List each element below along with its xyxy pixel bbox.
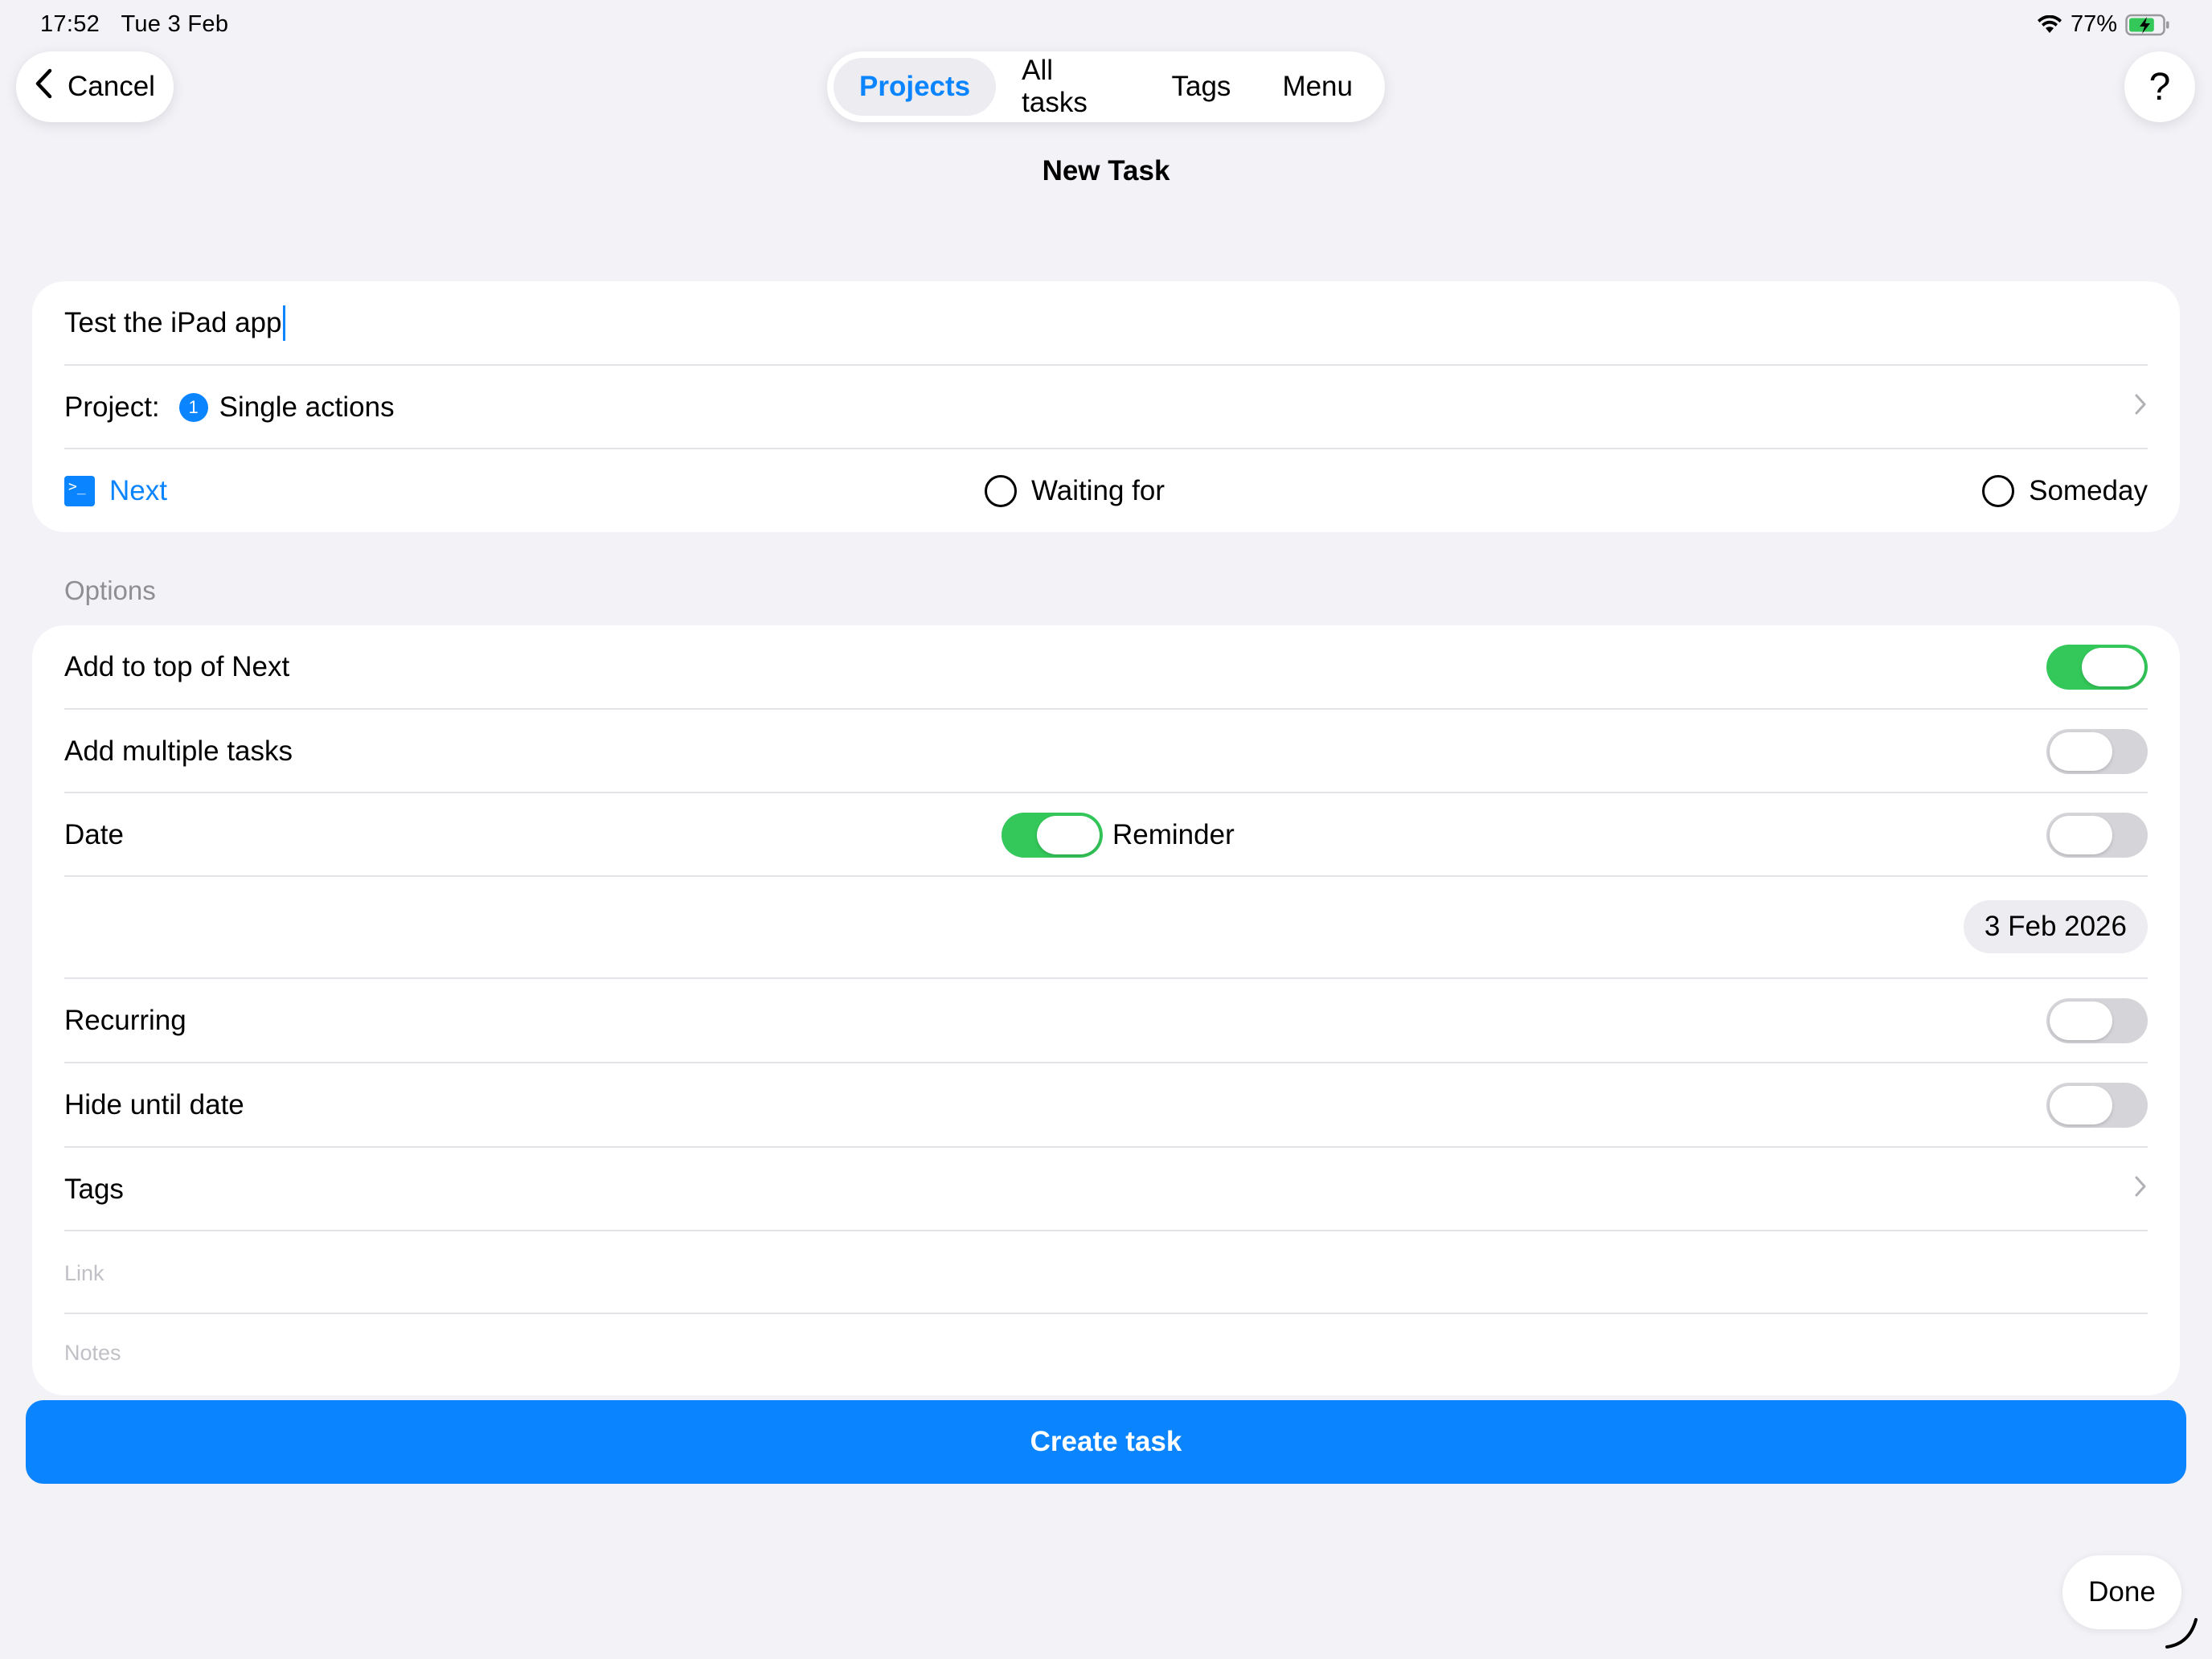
create-task-label: Create task bbox=[1030, 1426, 1182, 1457]
date-picker-button[interactable]: 3 Feb 2026 bbox=[1963, 900, 2148, 953]
chevron-left-icon bbox=[32, 68, 56, 107]
status-time: 17:52 bbox=[40, 11, 100, 37]
options-card: Add to top of Next Add multiple tasks Da… bbox=[32, 625, 2180, 1395]
recurring-toggle[interactable] bbox=[2046, 998, 2148, 1043]
create-task-button[interactable]: Create task bbox=[26, 1400, 2186, 1484]
link-field[interactable]: Link bbox=[64, 1231, 2148, 1315]
project-label: Project: bbox=[64, 391, 160, 423]
status-date: Tue 3 Feb bbox=[121, 11, 229, 37]
help-icon: ? bbox=[2149, 65, 2171, 109]
project-name: Single actions bbox=[219, 391, 395, 423]
tags-row[interactable]: Tags bbox=[64, 1148, 2148, 1231]
notes-field[interactable]: Notes bbox=[64, 1314, 2148, 1391]
project-badge: 1 bbox=[178, 393, 208, 422]
task-title-field[interactable]: Test the iPad app bbox=[64, 281, 2148, 365]
date-label: Date bbox=[64, 819, 124, 850]
status-next-label: Next bbox=[109, 475, 167, 506]
tab-menu[interactable]: Menu bbox=[1256, 58, 1378, 116]
recurring-label: Recurring bbox=[64, 1005, 186, 1036]
reminder-toggle[interactable] bbox=[2046, 813, 2148, 858]
date-toggle[interactable] bbox=[1002, 813, 1103, 858]
task-card: Test the iPad app Project: 1 Single acti… bbox=[32, 281, 2180, 532]
tab-all-tasks[interactable]: All tasks bbox=[996, 55, 1145, 118]
options-section-label: Options bbox=[64, 576, 156, 605]
chevron-right-icon bbox=[2133, 391, 2148, 424]
tags-label: Tags bbox=[64, 1174, 124, 1205]
add-multiple-label: Add multiple tasks bbox=[64, 735, 293, 767]
status-bar-time: 17:52 Tue 3 Feb bbox=[40, 11, 228, 38]
tab-projects[interactable]: Projects bbox=[834, 58, 997, 116]
tab-tags[interactable]: Tags bbox=[1146, 58, 1257, 116]
add-to-top-label: Add to top of Next bbox=[64, 651, 290, 682]
recurring-row: Recurring bbox=[64, 979, 2148, 1063]
cancel-button[interactable]: Cancel bbox=[16, 51, 174, 122]
hide-until-label: Hide until date bbox=[64, 1089, 244, 1120]
view-segmented-control: Projects All tasks Tags Menu bbox=[827, 51, 1385, 122]
status-someday[interactable]: Someday bbox=[1982, 475, 2148, 507]
radio-empty-icon bbox=[985, 475, 1018, 507]
link-placeholder: Link bbox=[64, 1260, 104, 1285]
help-button[interactable]: ? bbox=[2124, 51, 2195, 122]
page-title: New Task bbox=[1042, 155, 1170, 186]
add-multiple-row: Add multiple tasks bbox=[64, 710, 2148, 793]
status-waiting-label: Waiting for bbox=[1031, 475, 1165, 506]
chevron-right-icon bbox=[2133, 1174, 2148, 1206]
hide-until-row: Hide until date bbox=[64, 1063, 2148, 1147]
battery-charging-icon bbox=[2125, 14, 2170, 36]
status-someday-label: Someday bbox=[2029, 475, 2148, 506]
date-picker-row: 3 Feb 2026 bbox=[64, 877, 2148, 977]
status-next[interactable]: >_ Next bbox=[64, 475, 167, 507]
reminder-label: Reminder bbox=[1112, 819, 1235, 850]
text-cursor bbox=[283, 305, 286, 341]
add-to-top-row: Add to top of Next bbox=[64, 625, 2148, 709]
status-waiting-for[interactable]: Waiting for bbox=[985, 475, 1165, 507]
add-multiple-toggle[interactable] bbox=[2046, 729, 2148, 774]
done-label: Done bbox=[2088, 1576, 2156, 1608]
hide-until-toggle[interactable] bbox=[2046, 1083, 2148, 1128]
task-title-value: Test the iPad app bbox=[64, 307, 282, 338]
cancel-label: Cancel bbox=[68, 71, 155, 102]
status-bar-right: 77% bbox=[2037, 11, 2170, 38]
date-row: Date Reminder bbox=[64, 793, 2148, 877]
radio-empty-icon bbox=[1982, 475, 2015, 507]
wifi-icon bbox=[2037, 14, 2062, 35]
notes-placeholder: Notes bbox=[64, 1340, 121, 1365]
project-row[interactable]: Project: 1 Single actions bbox=[64, 366, 2148, 449]
add-to-top-toggle[interactable] bbox=[2046, 645, 2148, 690]
next-icon: >_ bbox=[64, 476, 95, 506]
battery-percent: 77% bbox=[2070, 11, 2117, 37]
resize-handle-icon[interactable] bbox=[2162, 1612, 2202, 1656]
status-row: >_ Next Waiting for Someday bbox=[64, 449, 2148, 533]
date-value: 3 Feb 2026 bbox=[1984, 911, 2127, 942]
